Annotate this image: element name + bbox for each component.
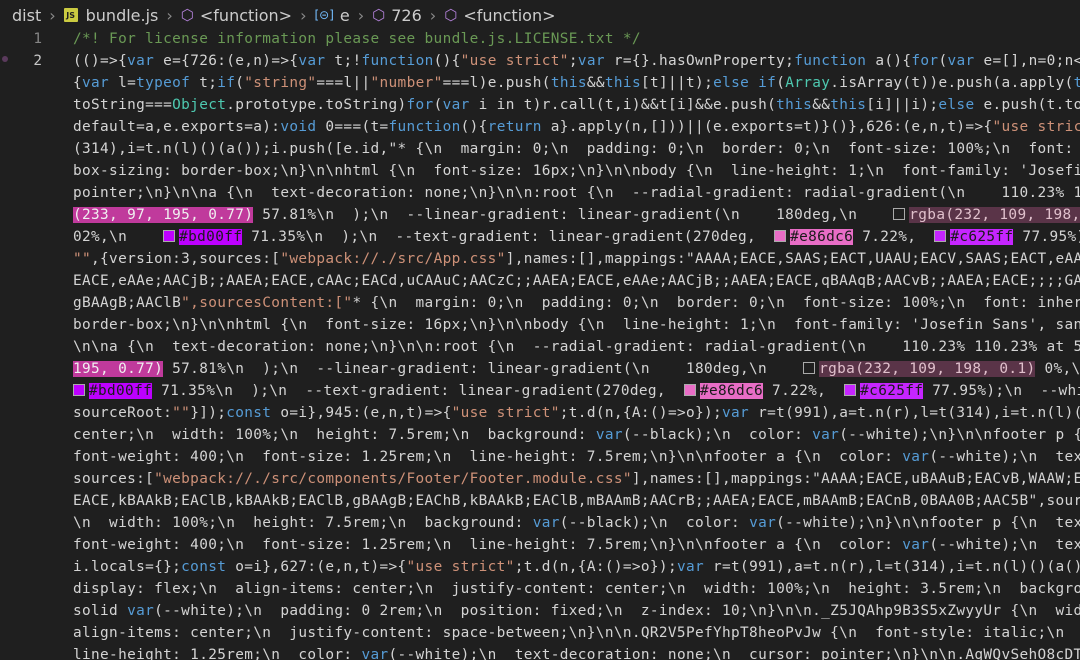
javascript-file-icon: JS [63,8,78,22]
code-text: default=a,e.exports=a):void 0===(t=funct… [73,119,1080,135]
code-line[interactable]: sources:["webpack://./src/components/Foo… [0,468,1080,490]
breadcrumb: dist › JS bundle.js › ⬡ <function> › [⊝]… [0,0,1080,30]
code-text: 195, 0.77) 57.81%\n );\n --linear-gradie… [73,361,1080,377]
code-line[interactable]: gBAAgB;AAClB",sourcesContent:["* {\n mar… [0,292,1080,314]
code-text: EACE,kBAAkB;EAClB,kBAAkB;EAClB,gBAAgB;EA… [73,493,1080,509]
method-cube-icon: ⬡ [444,6,458,24]
code-text: (314),i=t.n(l)()(a());i.push([e.id,"* {\… [73,141,1080,157]
code-text: box-sizing: border-box;\n}\n\nhtml {\n f… [73,163,1080,179]
code-text: i.locals={};const o=i},627:(e,n,t)=>{"us… [73,559,1080,575]
chevron-right-icon: › [357,5,365,25]
code-line[interactable]: align-items: center;\n justify-content: … [0,622,1080,644]
code-line[interactable]: \n\na {\n text-decoration: none;\n}\n\n:… [0,336,1080,358]
chevron-right-icon: › [300,5,307,25]
code-line[interactable]: box-sizing: border-box;\n}\n\nhtml {\n f… [0,160,1080,182]
chevron-right-icon: › [166,5,173,25]
code-line[interactable]: sourceRoot:""}]);const o=i},945:(e,n,t)=… [0,402,1080,424]
code-line[interactable]: (()=>{var e={726:(e,n)=>{var t;!function… [0,50,1080,72]
code-text: (()=>{var e={726:(e,n)=>{var t;!function… [73,53,1080,69]
code-text: 02%,\n #bd00ff 71.35%\n );\n --text-grad… [73,229,1080,245]
code-line[interactable]: /*! For license information please see b… [0,30,1080,50]
symbol-label: <function> [199,5,293,25]
code-line[interactable]: EACE,kBAAkB;EAClB,kBAAkB;EAClB,gBAAgB;EA… [0,490,1080,512]
code-editor[interactable]: 1 2 /*! For license information please s… [0,30,1080,660]
code-line[interactable]: #bd00ff 71.35%\n );\n --text-gradient: l… [0,380,1080,402]
method-cube-icon: ⬡ [180,6,194,24]
file-label: bundle.js [85,5,159,25]
code-text: font-weight: 400;\n font-size: 1.25rem;\… [73,537,1080,553]
code-line[interactable]: 02%,\n #bd00ff 71.35%\n );\n --text-grad… [0,226,1080,248]
breadcrumb-symbol-e[interactable]: [⊝] e [314,6,349,25]
symbol-label: 726 [391,5,422,25]
chevron-right-icon: › [429,5,437,25]
code-text: \n width: 100%;\n height: 7.5rem;\n back… [73,515,1080,531]
variable-bracket-icon: [⊝] [314,8,334,22]
folder-label: dist [12,5,42,25]
code-text: font-weight: 400;\n font-size: 1.25rem;\… [73,449,1080,465]
code-line[interactable]: solid var(--white);\n padding: 0 2rem;\n… [0,600,1080,622]
code-text: /*! For license information please see b… [73,31,641,47]
code-text: align-items: center;\n justify-content: … [73,625,1080,641]
code-line[interactable]: EACE,eAAe;AACjB;;AAEA;EACE,cAAc;EACd,uCA… [0,270,1080,292]
code-line[interactable]: \n width: 100%;\n height: 7.5rem;\n back… [0,512,1080,534]
code-text: #bd00ff 71.35%\n );\n --text-gradient: l… [73,380,1080,402]
code-text: sources:["webpack://./src/components/Foo… [73,471,1080,487]
code-line[interactable]: (233, 97, 195, 0.77) 57.81%\n );\n --lin… [0,204,1080,226]
code-line[interactable]: center;\n width: 100%;\n height: 7.5rem;… [0,424,1080,446]
code-text: line-height: 1.25rem;\n color: var(--whi… [73,647,1080,660]
code-line[interactable]: font-weight: 400;\n font-size: 1.25rem;\… [0,446,1080,468]
code-line[interactable]: line-height: 1.25rem;\n color: var(--whi… [0,644,1080,660]
code-text: {var l=typeof t;if("string"===l||"number… [73,75,1080,91]
code-text: EACE,eAAe;AACjB;;AAEA;EACE,cAAc;EACd,uCA… [73,273,1080,289]
code-line[interactable]: pointer;\n}\n\na {\n text-decoration: no… [0,182,1080,204]
chevron-right-icon: › [49,5,56,25]
symbol-label: e [339,5,350,25]
code-text: center;\n width: 100%;\n height: 7.5rem;… [73,427,1080,443]
breadcrumb-symbol-function-inner[interactable]: ⬡ <function> [444,6,555,25]
code-text: (233, 97, 195, 0.77) 57.81%\n );\n --lin… [73,204,1080,226]
code-line[interactable]: display: flex;\n align-items: center;\n … [0,578,1080,600]
code-text: display: flex;\n align-items: center;\n … [73,581,1080,597]
code-line[interactable]: border-box;\n}\n\nhtml {\n font-size: 16… [0,314,1080,336]
code-line[interactable]: {var l=typeof t;if("string"===l||"number… [0,72,1080,94]
method-cube-icon: ⬡ [372,6,386,24]
code-line[interactable]: (314),i=t.n(l)()(a());i.push([e.id,"* {\… [0,138,1080,160]
code-text: "",{version:3,sources:["webpack://./src/… [73,251,1080,267]
code-text: solid var(--white);\n padding: 0 2rem;\n… [73,603,1080,619]
code-line[interactable]: "",{version:3,sources:["webpack://./src/… [0,248,1080,270]
code-text: border-box;\n}\n\nhtml {\n font-size: 16… [73,317,1080,333]
breadcrumb-symbol-726[interactable]: ⬡ 726 [372,6,422,25]
code-text: \n\na {\n text-decoration: none;\n}\n\n:… [73,339,1080,355]
code-line[interactable]: 195, 0.77) 57.81%\n );\n --linear-gradie… [0,358,1080,380]
code-line[interactable]: i.locals={};const o=i},627:(e,n,t)=>{"us… [0,556,1080,578]
code-text: toString===Object.prototype.toString)for… [73,97,1080,113]
code-text: gBAAgB;AAClB",sourcesContent:["* {\n mar… [73,295,1080,311]
breadcrumb-folder[interactable]: dist [12,6,41,25]
symbol-label: <function> [463,5,556,25]
breadcrumb-file[interactable]: JS bundle.js [63,5,159,25]
code-line[interactable]: default=a,e.exports=a):void 0===(t=funct… [0,116,1080,138]
code-line[interactable]: toString===Object.prototype.toString)for… [0,94,1080,116]
code-text: pointer;\n}\n\na {\n text-decoration: no… [73,185,1080,201]
code-line[interactable]: font-weight: 400;\n font-size: 1.25rem;\… [0,534,1080,556]
code-text: sourceRoot:""}]);const o=i},945:(e,n,t)=… [73,405,1080,421]
breadcrumb-symbol-function[interactable]: ⬡ <function> [181,6,292,25]
